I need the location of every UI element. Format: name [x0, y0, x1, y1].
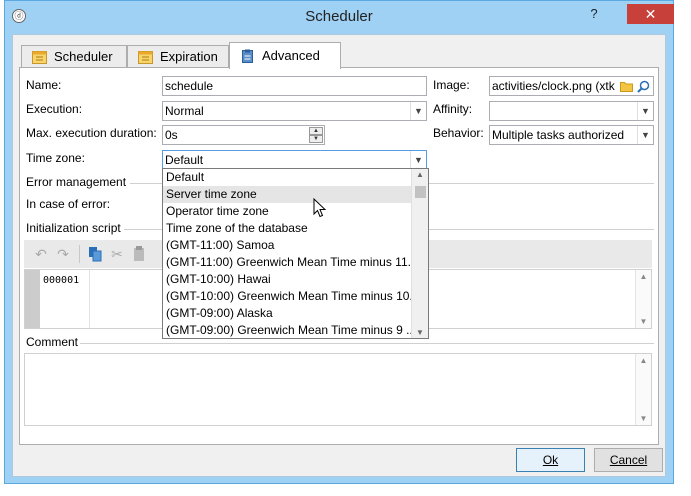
copy-icon[interactable]: [86, 245, 104, 263]
timezone-option[interactable]: (GMT-09:00) Greenwich Mean Time minus 9 …: [163, 322, 413, 338]
execution-value: Normal: [165, 104, 204, 118]
in-case-of-error-label: In case of error:: [26, 197, 111, 211]
undo-icon[interactable]: ↶: [32, 245, 50, 263]
scroll-up-icon[interactable]: ▲: [416, 170, 424, 179]
behavior-select[interactable]: Multiple tasks authorized ▼: [489, 125, 654, 145]
timezone-value: Default: [165, 153, 204, 167]
scroll-down-icon[interactable]: ▼: [416, 328, 424, 337]
name-input[interactable]: schedule: [162, 76, 427, 96]
chevron-down-icon: ▼: [637, 126, 653, 144]
tab-expiration[interactable]: Expiration: [127, 45, 229, 68]
paste-icon[interactable]: [130, 245, 148, 263]
calendar-icon: [32, 51, 47, 64]
title-bar[interactable]: ⓓ Scheduler ? ✕: [5, 1, 674, 32]
tab-scheduler[interactable]: Scheduler: [21, 45, 127, 68]
comment-heading: Comment: [26, 335, 79, 349]
clipboard-icon: [242, 49, 253, 63]
spin-up-icon[interactable]: ▲: [309, 127, 323, 135]
timezone-option[interactable]: (GMT-09:00) Alaska: [163, 305, 413, 322]
timezone-option[interactable]: (GMT-10:00) Greenwich Mean Time minus 10…: [163, 288, 413, 305]
max-duration-input[interactable]: 0s ▲ ▼: [162, 125, 325, 145]
chevron-down-icon: ▼: [410, 151, 426, 169]
timezone-option[interactable]: Operator time zone: [163, 203, 413, 220]
editor-gutter: [25, 270, 40, 328]
behavior-label: Behavior:: [433, 126, 484, 140]
scroll-down-icon[interactable]: ▼: [636, 317, 651, 326]
tab-advanced[interactable]: Advanced: [229, 42, 341, 69]
close-button[interactable]: ✕: [627, 4, 674, 24]
error-management-heading: Error management: [26, 175, 127, 189]
timezone-label: Time zone:: [26, 151, 85, 165]
timezone-option[interactable]: Server time zone: [163, 186, 413, 203]
affinity-label: Affinity:: [433, 102, 473, 116]
dropdown-scrollbar[interactable]: ▲ ▼: [411, 169, 428, 338]
timezone-option[interactable]: Time zone of the database: [163, 220, 413, 237]
tab-label: Advanced: [262, 48, 320, 63]
name-label: Name:: [26, 78, 62, 92]
execution-select[interactable]: Normal ▼: [162, 101, 427, 121]
execution-label: Execution:: [26, 102, 83, 116]
scroll-up-icon[interactable]: ▲: [636, 356, 651, 365]
cancel-label: Cancel: [609, 453, 648, 467]
redo-icon[interactable]: ↷: [54, 245, 72, 263]
comment-scrollbar[interactable]: ▲ ▼: [635, 354, 651, 425]
mouse-pointer-icon: [313, 198, 327, 218]
image-value: activities/clock.png (xtk: [492, 79, 615, 93]
scroll-down-icon[interactable]: ▼: [636, 414, 651, 423]
ok-button[interactable]: Ok: [516, 448, 585, 472]
cancel-button[interactable]: Cancel: [594, 448, 663, 472]
window-title: Scheduler: [305, 8, 373, 25]
timezone-dropdown-list: Default Server time zone Operator time z…: [162, 168, 429, 339]
image-label: Image:: [433, 78, 470, 92]
timezone-option[interactable]: (GMT-11:00) Samoa: [163, 237, 413, 254]
editor-scrollbar[interactable]: ▲ ▼: [635, 270, 651, 328]
max-duration-label: Max. execution duration:: [26, 126, 157, 140]
tab-label: Expiration: [160, 49, 218, 64]
timezone-option[interactable]: (GMT-11:00) Greenwich Mean Time minus 11…: [163, 254, 413, 271]
cut-icon[interactable]: ✂: [108, 245, 126, 263]
line-number: 000001: [43, 275, 80, 286]
gutter-divider: [89, 270, 90, 328]
toolbar-separator: [79, 245, 80, 263]
spin-down-icon[interactable]: ▼: [309, 135, 323, 143]
tab-label: Scheduler: [54, 49, 113, 64]
section-divider: [80, 343, 654, 344]
scroll-up-icon[interactable]: ▲: [636, 272, 651, 281]
search-icon[interactable]: [637, 80, 650, 93]
init-script-heading: Initialization script: [26, 221, 121, 235]
comment-textarea[interactable]: ▲ ▼: [24, 353, 652, 426]
affinity-select[interactable]: ▼: [489, 101, 654, 121]
timezone-option[interactable]: Default: [163, 169, 413, 186]
chevron-down-icon: ▼: [637, 102, 653, 120]
behavior-value: Multiple tasks authorized: [492, 128, 625, 142]
max-duration-value: 0s: [165, 128, 178, 142]
scrollbar-thumb[interactable]: [415, 186, 426, 198]
folder-icon[interactable]: [620, 80, 633, 92]
help-button[interactable]: ?: [581, 4, 607, 24]
timezone-option[interactable]: (GMT-10:00) Hawai: [163, 271, 413, 288]
image-input[interactable]: activities/clock.png (xtk: [489, 76, 654, 96]
timezone-select[interactable]: Default ▼: [162, 150, 427, 170]
chevron-down-icon: ▼: [410, 102, 426, 120]
ok-label: Ok: [542, 453, 559, 467]
calendar-icon: [138, 51, 153, 64]
